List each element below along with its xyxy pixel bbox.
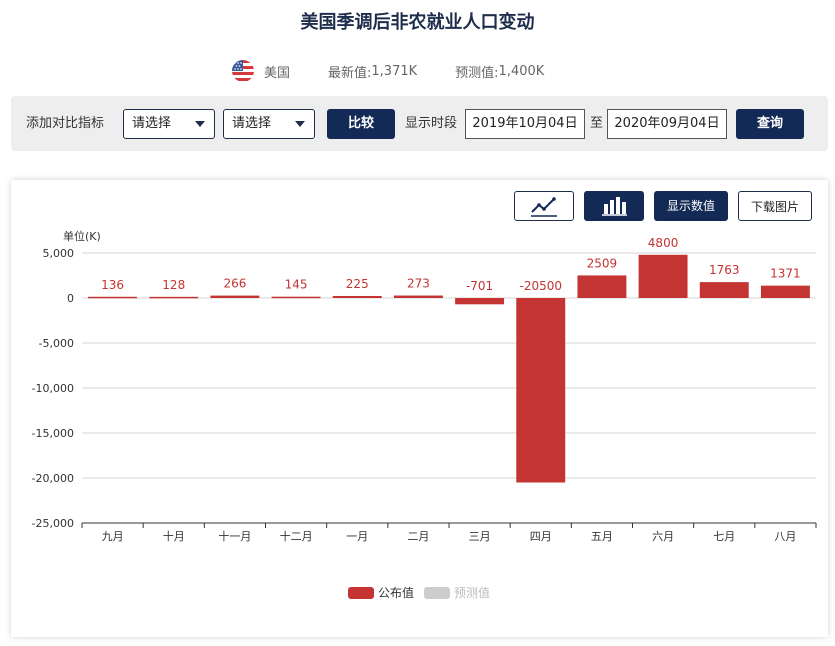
to-label: 至 bbox=[590, 116, 604, 131]
data-label: 128 bbox=[162, 278, 185, 292]
x-tick-label: 一月 bbox=[346, 530, 368, 543]
chart-legend: 公布值 预测值 bbox=[348, 584, 500, 601]
data-label: 1763 bbox=[709, 263, 740, 277]
chart-panel: 显示数值 下载图片 单位(K) 5,000 0 -5,000 -10,000 -15,00… bbox=[11, 180, 828, 637]
compare-button[interactable]: 比较 bbox=[327, 109, 395, 139]
data-label: 2509 bbox=[587, 256, 618, 270]
y-tick-label: -25,000 bbox=[32, 517, 74, 530]
end-date-input[interactable]: 2020年09月04日 bbox=[607, 109, 727, 139]
compare-select-2[interactable]: 请选择 bbox=[223, 109, 315, 139]
latest-value-label: 最新值: bbox=[328, 65, 372, 81]
x-tick-label: 七月 bbox=[713, 530, 735, 543]
x-tick-label: 八月 bbox=[774, 530, 796, 543]
chevron-down-icon bbox=[195, 121, 205, 127]
x-tick-label: 三月 bbox=[469, 530, 491, 543]
bar bbox=[88, 296, 138, 299]
bar-chart: 单位(K) 5,000 0 -5,000 -10,000 -15,000 -20,000 -2… bbox=[32, 229, 817, 543]
x-tick-label: 九月 bbox=[102, 530, 124, 543]
data-label: 145 bbox=[285, 278, 308, 292]
legend-swatch bbox=[424, 586, 451, 599]
legend-item-forecast[interactable]: 预测值 bbox=[424, 584, 490, 601]
x-tick-label: 十月 bbox=[163, 529, 185, 543]
filter-bar: 添加对比指标 请选择 请选择 比较 显示时段 2019年10月04日 至 202… bbox=[11, 96, 828, 151]
y-tick-label: 0 bbox=[67, 292, 74, 305]
start-date-input[interactable]: 2019年10月04日 bbox=[465, 109, 585, 139]
x-tick-label: 四月 bbox=[530, 530, 552, 543]
query-button[interactable]: 查询 bbox=[736, 109, 804, 139]
x-tick-label: 十一月 bbox=[218, 529, 251, 543]
bar bbox=[699, 282, 749, 298]
y-tick-label: -15,000 bbox=[32, 427, 74, 440]
y-tick-label: 5,000 bbox=[43, 247, 75, 260]
indicator-summary: 美国 最新值: 1,371K 预测值: 1,400K bbox=[232, 59, 544, 83]
bar bbox=[332, 295, 382, 298]
legend-swatch bbox=[348, 586, 374, 599]
bar bbox=[577, 275, 627, 298]
x-tick-label: 五月 bbox=[591, 530, 613, 543]
data-label: 1371 bbox=[770, 267, 801, 281]
compare-select-2-value: 请选择 bbox=[232, 116, 272, 131]
bar bbox=[210, 295, 260, 298]
y-tick-label: -20,000 bbox=[32, 472, 74, 485]
data-label: 273 bbox=[407, 277, 430, 291]
x-tick-label: 六月 bbox=[652, 530, 674, 543]
y-tick-label: -5,000 bbox=[39, 337, 74, 350]
y-tick-label: -10,000 bbox=[32, 382, 74, 395]
x-tick-label: 十二月 bbox=[280, 529, 313, 543]
data-label: 225 bbox=[346, 277, 369, 291]
chevron-down-icon bbox=[295, 121, 305, 127]
bar bbox=[149, 296, 199, 299]
country-name: 美国 bbox=[264, 65, 291, 81]
compare-select-1-value: 请选择 bbox=[132, 116, 172, 131]
data-label: -701 bbox=[466, 279, 493, 293]
legend-label: 公布值 bbox=[378, 586, 415, 600]
data-label: 4800 bbox=[648, 236, 679, 250]
period-label: 显示时段 bbox=[405, 116, 458, 131]
bar bbox=[455, 298, 505, 305]
legend-item-published[interactable]: 公布值 bbox=[348, 584, 414, 601]
forecast-value-label: 预测值: bbox=[455, 65, 499, 81]
latest-value: 1,371K bbox=[371, 63, 418, 79]
data-label: 136 bbox=[101, 278, 124, 292]
forecast-value: 1,400K bbox=[498, 63, 545, 79]
compare-select-1[interactable]: 请选择 bbox=[123, 109, 215, 139]
bar bbox=[760, 285, 810, 298]
bar bbox=[393, 295, 443, 298]
page-title: 美国季调后非农就业人口变动 bbox=[300, 12, 535, 33]
bar bbox=[271, 296, 321, 299]
data-label: 266 bbox=[223, 277, 246, 291]
x-tick-label: 二月 bbox=[407, 530, 429, 543]
bar bbox=[638, 254, 688, 298]
us-flag-icon bbox=[232, 60, 254, 82]
compare-indicator-label: 添加对比指标 bbox=[26, 116, 105, 131]
legend-label: 预测值 bbox=[454, 586, 491, 600]
data-label: -20500 bbox=[519, 279, 562, 293]
y-axis-label: 单位(K) bbox=[63, 229, 101, 243]
bar bbox=[516, 298, 566, 483]
